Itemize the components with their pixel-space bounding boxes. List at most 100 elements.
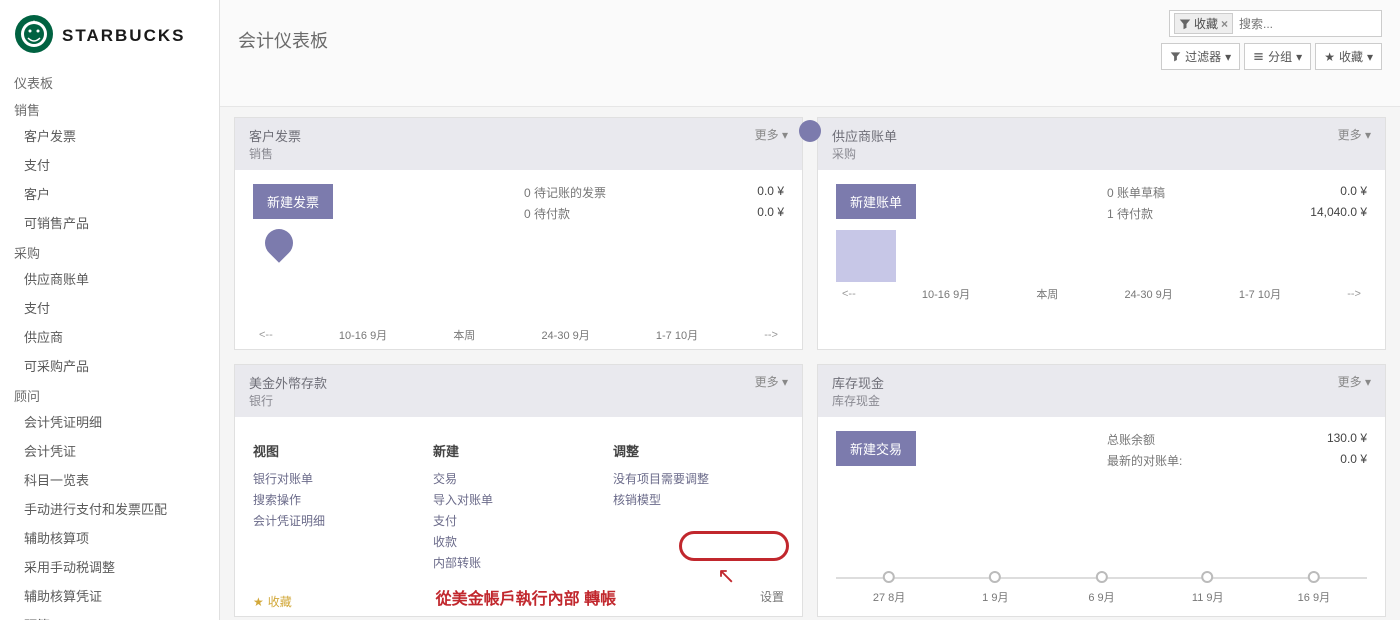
card-link[interactable]: 银行对账单 (253, 468, 403, 489)
funnel-icon (1179, 18, 1191, 30)
annotation-arrow-icon: ↖ (717, 563, 735, 589)
metric-value: 0.0 ¥ (757, 205, 784, 222)
nav-item[interactable]: 支付 (0, 293, 219, 322)
nav-item[interactable]: 支付 (0, 150, 219, 179)
new-bill-button[interactable]: 新建账单 (836, 184, 916, 219)
nav-item[interactable]: 客户发票 (0, 121, 219, 150)
new-transaction-button[interactable]: 新建交易 (836, 431, 916, 466)
new-invoice-button[interactable]: 新建发票 (253, 184, 333, 219)
nav-item[interactable]: 辅助核算项 (0, 523, 219, 552)
card-link[interactable]: 收款 (433, 531, 583, 552)
funnel-icon (1170, 51, 1181, 62)
metric-label[interactable]: 0 待记账的发票 (524, 184, 606, 201)
col-header-adjust: 调整 (613, 441, 783, 460)
nav-item[interactable]: 可销售产品 (0, 208, 219, 237)
sidebar: STARBUCKS 仪表板销售客户发票支付客户可销售产品采购供应商账单支付供应商… (0, 0, 220, 620)
cash-timeline-chart: 27 8月1 9月6 9月11 9月16 9月 (836, 569, 1367, 605)
groupby-button[interactable]: 分组 ▾ (1244, 43, 1311, 70)
star-icon: ★ (253, 595, 264, 609)
card-cash: 库存现金 库存现金 更多 ▾ 新建交易 总账余额 130.0 ¥ (817, 364, 1386, 617)
nav-group-title[interactable]: 仪表板 (0, 67, 219, 94)
card-title: 美金外幣存款 (249, 373, 327, 392)
nav-item[interactable]: 供应商账单 (0, 264, 219, 293)
caret-down-icon: ▾ (1296, 50, 1302, 64)
annotation-text: 從美金帳戶執行內部 轉帳 (436, 585, 616, 609)
axis-label: 1-7 10月 (1239, 286, 1281, 302)
nav-group-title[interactable]: 销售 (0, 94, 219, 121)
nav-item[interactable]: 采用手动税调整 (0, 552, 219, 581)
nav-item[interactable]: 手动进行支付和发票匹配 (0, 494, 219, 523)
metric-value: 14,040.0 ¥ (1310, 205, 1367, 222)
favorites-button[interactable]: ★ 收藏 ▾ (1315, 43, 1382, 70)
metric-label[interactable]: 1 待付款 (1107, 205, 1153, 222)
card-link[interactable]: 没有项目需要调整 (613, 468, 783, 489)
nav-group-title[interactable]: 采购 (0, 237, 219, 264)
metric-label[interactable]: 总账余额 (1107, 431, 1155, 448)
nav-item[interactable]: 会计凭证明细 (0, 407, 219, 436)
card-subtitle: 银行 (249, 392, 327, 409)
nav-item[interactable]: 客户 (0, 179, 219, 208)
card-usd-bank: 美金外幣存款 银行 更多 ▾ 视图 银行对账单搜索操作会计凭证明细 (234, 364, 803, 617)
metric-label[interactable]: 最新的对账单: (1107, 452, 1182, 469)
header: 会计仪表板 收藏 × 过滤器 ▾ (220, 0, 1400, 107)
favorites-chip-label: 收藏 (1194, 15, 1218, 32)
card-title: 库存现金 (832, 373, 884, 392)
nav-group-title[interactable]: 顾问 (0, 380, 219, 407)
star-icon: ★ (1324, 50, 1335, 64)
brand: STARBUCKS (0, 10, 219, 67)
nav-item[interactable]: 预算 (0, 610, 219, 620)
journal-connector-icon[interactable] (799, 120, 821, 142)
favorites-link[interactable]: ★收藏 (253, 593, 292, 610)
nav-item[interactable]: 供应商 (0, 322, 219, 351)
card-link[interactable]: 导入对账单 (433, 489, 583, 510)
chart-nav-arrow[interactable]: <-- (842, 288, 856, 300)
search-wrap[interactable]: 收藏 × (1169, 10, 1382, 37)
axis-label: 本周 (1036, 286, 1058, 302)
filter-button[interactable]: 过滤器 ▾ (1161, 43, 1240, 70)
list-icon (1253, 51, 1264, 62)
page-title: 会计仪表板 (238, 27, 328, 53)
nav-item[interactable]: 辅助核算凭证 (0, 581, 219, 610)
card-customer-invoice: 客户发票 销售 更多 ▾ 新建发票 (234, 117, 803, 350)
metric-value: 0.0 ¥ (757, 184, 784, 201)
card-more-button[interactable]: 更多 ▾ (755, 373, 788, 409)
settings-link[interactable]: 设置 (760, 588, 784, 605)
nav-item[interactable]: 会计凭证 (0, 436, 219, 465)
close-icon[interactable]: × (1221, 17, 1228, 31)
dashboard: 客户发票 销售 更多 ▾ 新建发票 (220, 107, 1400, 620)
metric-value: 0.0 ¥ (1340, 184, 1367, 201)
chart-nav-arrow[interactable]: --> (764, 329, 778, 341)
card-more-button[interactable]: 更多 ▾ (1338, 373, 1371, 409)
card-more-button[interactable]: 更多 ▾ (755, 126, 788, 162)
card-link[interactable]: 会计凭证明细 (253, 510, 403, 531)
axis-label: 24-30 9月 (1124, 286, 1172, 302)
card-vendor-bill: 供应商账单 采购 更多 ▾ 新建账单 0 账单草稿 0.0 ¥ (817, 117, 1386, 350)
caret-down-icon: ▾ (1367, 50, 1373, 64)
metric-label[interactable]: 0 待付款 (524, 205, 570, 222)
card-subtitle: 采购 (832, 145, 897, 162)
card-link[interactable]: 核销模型 (613, 489, 783, 510)
card-link[interactable]: 搜索操作 (253, 489, 403, 510)
vendor-bill-chart (836, 230, 1367, 282)
timeline-point: 6 9月 (1088, 571, 1114, 605)
metric-label[interactable]: 0 账单草稿 (1107, 184, 1165, 201)
brand-name: STARBUCKS (62, 26, 185, 46)
metric-value: 130.0 ¥ (1327, 431, 1367, 448)
card-link[interactable]: 支付 (433, 510, 583, 531)
nav-item[interactable]: 可采购产品 (0, 351, 219, 380)
card-subtitle: 库存现金 (832, 392, 884, 409)
groupby-button-label: 分组 (1268, 48, 1292, 65)
favorites-chip[interactable]: 收藏 × (1174, 13, 1233, 34)
col-header-new: 新建 (433, 441, 583, 460)
caret-down-icon: ▾ (1225, 50, 1231, 64)
chart-nav-arrow[interactable]: <-- (259, 329, 273, 341)
axis-label: 10-16 9月 (339, 327, 387, 343)
search-input[interactable] (1237, 15, 1377, 33)
card-link[interactable]: 交易 (433, 468, 583, 489)
timeline-point: 16 9月 (1298, 571, 1330, 605)
chart-nav-arrow[interactable]: --> (1347, 288, 1361, 300)
card-link[interactable]: 内部转账 (433, 552, 583, 573)
card-more-button[interactable]: 更多 ▾ (1338, 126, 1371, 162)
nav-item[interactable]: 科目一览表 (0, 465, 219, 494)
axis-label: 1-7 10月 (656, 327, 698, 343)
